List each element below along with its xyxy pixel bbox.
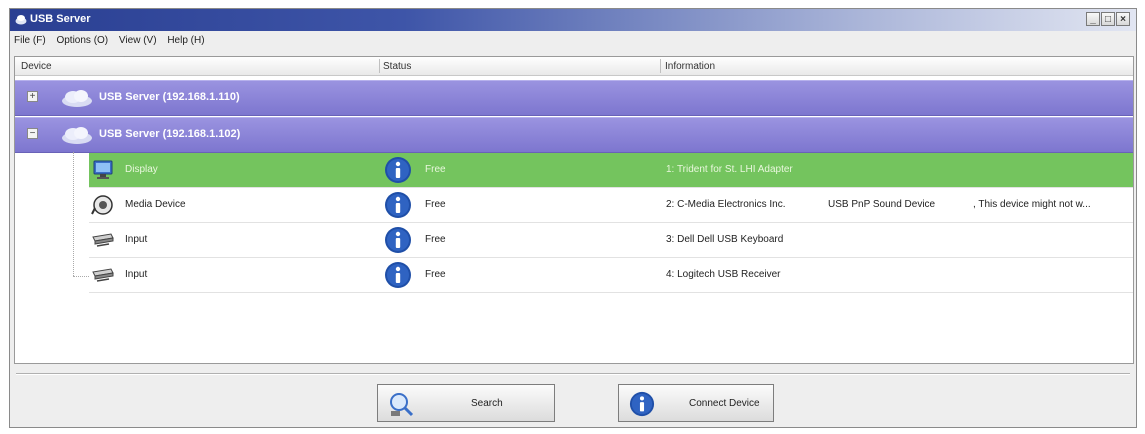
divider xyxy=(16,373,1130,375)
connect-device-button-label: Connect Device xyxy=(689,398,760,409)
usb-server-window: USB Server _ □ × File (F) Options (O) Vi… xyxy=(9,8,1137,428)
column-separator[interactable] xyxy=(379,59,380,73)
column-device[interactable]: Device xyxy=(21,61,52,72)
device-info: 3: Dell Dell USB Keyboard xyxy=(666,234,784,245)
display-icon xyxy=(93,160,113,179)
device-info: 4: Logitech USB Receiver xyxy=(666,269,781,280)
device-status: Free xyxy=(425,234,446,245)
usb-server-app-icon xyxy=(15,15,27,25)
server-row[interactable]: + USB Server (192.168.1.110) xyxy=(15,80,1133,116)
device-status: Free xyxy=(425,164,446,175)
device-list[interactable]: Device Status Information + USB Server (… xyxy=(14,56,1134,364)
server-label: USB Server (192.168.1.102) xyxy=(99,128,241,140)
input-device-icon xyxy=(92,233,114,247)
tree-line xyxy=(73,276,89,278)
server-cloud-icon xyxy=(62,127,92,144)
minimize-button[interactable]: _ xyxy=(1086,12,1100,26)
info-icon xyxy=(385,157,411,183)
search-button[interactable]: Search xyxy=(377,384,555,422)
column-separator[interactable] xyxy=(660,59,661,73)
title-bar[interactable]: USB Server _ □ × xyxy=(10,9,1136,31)
maximize-button[interactable]: □ xyxy=(1101,12,1115,26)
device-name: Input xyxy=(125,269,148,280)
info-icon xyxy=(385,192,411,218)
device-name: Input xyxy=(125,234,148,245)
info-icon xyxy=(629,391,655,417)
device-info: 2: C-Media Electronics Inc. xyxy=(666,199,786,210)
column-header: Device Status Information xyxy=(15,57,1133,76)
menu-help[interactable]: Help (H) xyxy=(163,32,208,46)
device-row[interactable]: Input Free 4: Logitech USB Receiver xyxy=(89,258,1133,293)
device-name: Media Device xyxy=(125,199,186,210)
menu-file[interactable]: File (F) xyxy=(10,32,50,46)
input-device-icon xyxy=(92,268,114,282)
server-cloud-icon xyxy=(62,90,92,107)
info-icon xyxy=(385,227,411,253)
info-icon xyxy=(385,262,411,288)
server-row[interactable]: − USB Server (192.168.1.102) xyxy=(15,117,1133,153)
server-label: USB Server (192.168.1.110) xyxy=(99,91,240,103)
connect-device-button[interactable]: Connect Device xyxy=(618,384,774,422)
close-button[interactable]: × xyxy=(1116,12,1130,26)
device-row[interactable]: Display Free 1: Trident for St. LHI Adap… xyxy=(89,153,1133,188)
tree-line xyxy=(73,152,75,276)
collapse-icon[interactable]: − xyxy=(27,128,38,139)
menu-view[interactable]: View (V) xyxy=(115,32,161,46)
column-information[interactable]: Information xyxy=(665,61,715,72)
menu-options[interactable]: Options (O) xyxy=(52,32,112,46)
device-status: Free xyxy=(425,199,446,210)
device-info-warning: , This device might not w... xyxy=(973,199,1091,210)
device-row[interactable]: Media Device Free 2: C-Media Electronics… xyxy=(89,188,1133,223)
menu-bar: File (F) Options (O) View (V) Help (H) xyxy=(10,32,1136,49)
device-status: Free xyxy=(425,269,446,280)
window-title: USB Server xyxy=(30,13,91,25)
search-button-label: Search xyxy=(471,398,503,409)
expand-icon[interactable]: + xyxy=(27,91,38,102)
device-info-product: USB PnP Sound Device xyxy=(828,199,936,210)
device-row[interactable]: Input Free 3: Dell Dell USB Keyboard xyxy=(89,223,1133,258)
device-info: 1: Trident for St. LHI Adapter xyxy=(666,164,793,175)
search-icon xyxy=(390,393,414,417)
media-device-icon xyxy=(91,195,113,215)
device-name: Display xyxy=(125,164,158,175)
column-status[interactable]: Status xyxy=(383,61,411,72)
